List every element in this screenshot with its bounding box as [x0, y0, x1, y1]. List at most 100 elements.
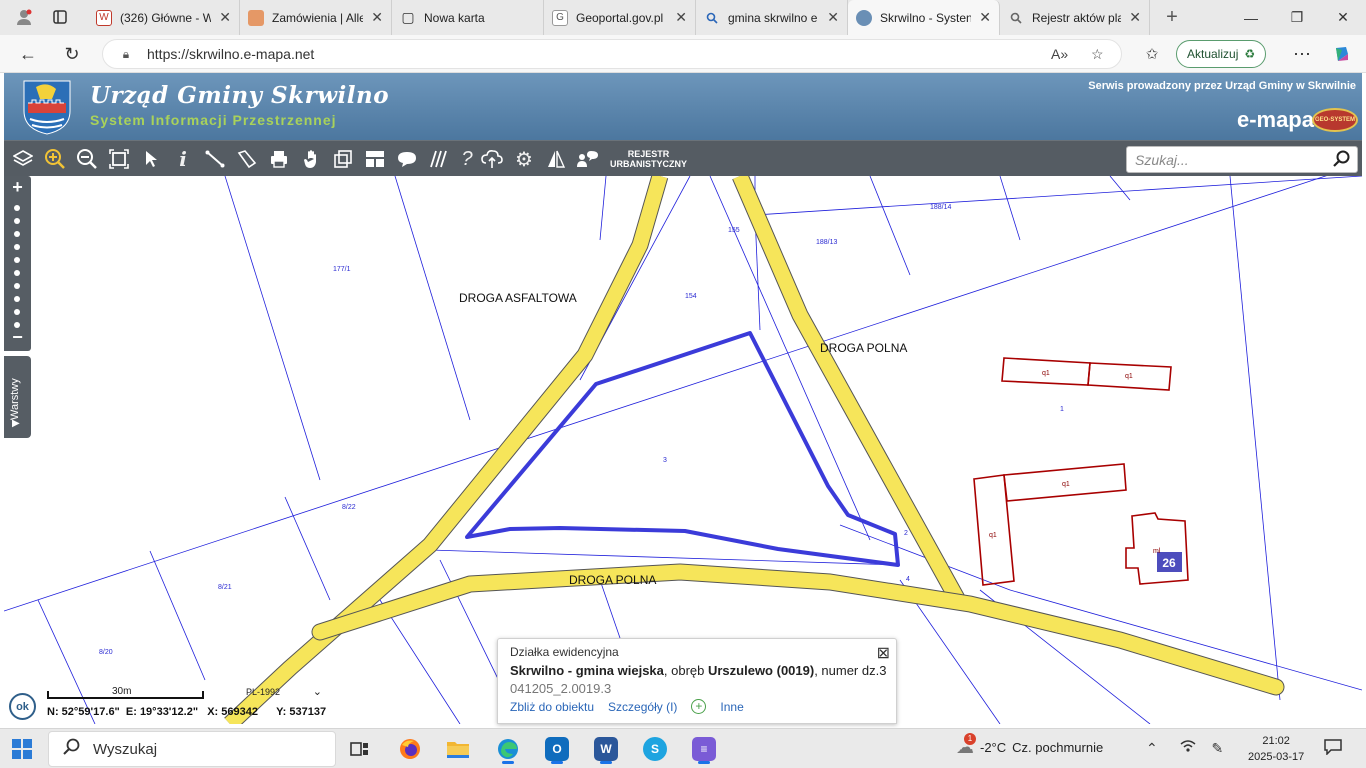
other-link[interactable]: Inne — [720, 700, 743, 714]
outlook-icon[interactable]: O — [537, 733, 577, 765]
building-label: q1 — [1042, 370, 1050, 377]
tab-actions-icon[interactable] — [46, 3, 74, 31]
new-tab-icon[interactable]: + — [1158, 3, 1186, 31]
favorites-icon[interactable]: ✩ — [1138, 40, 1166, 68]
search-icon[interactable] — [1333, 150, 1351, 173]
close-tab-icon[interactable]: ✕ — [827, 9, 839, 26]
chevron-up-icon[interactable]: ⌃ — [1146, 740, 1158, 756]
system-clock[interactable]: 21:02 2025-03-17 — [1248, 733, 1304, 765]
browser-tab[interactable]: ▢ Nowa karta — [392, 0, 544, 35]
update-button[interactable]: Aktualizuj ♻ — [1176, 40, 1267, 68]
user-chat-icon[interactable] — [574, 145, 602, 173]
browser-tab[interactable]: W (326) Główne - W ✕ — [88, 0, 240, 35]
measure-distance-icon[interactable] — [201, 145, 229, 173]
wifi-icon[interactable] — [1180, 740, 1200, 756]
info-icon[interactable]: i — [169, 145, 197, 173]
copilot-icon[interactable] — [1328, 40, 1356, 68]
taskbar-search[interactable]: Wyszukaj — [48, 731, 336, 767]
profile-avatar-icon[interactable] — [10, 3, 38, 31]
building-label: q1 — [989, 532, 997, 539]
browser-tab[interactable]: Zamówienia | Alle ✕ — [240, 0, 392, 35]
zoom-level-dot[interactable] — [14, 231, 20, 237]
zoom-level-dot[interactable] — [14, 283, 20, 289]
zoom-to-object-link[interactable]: Zbliż do obiektu — [510, 700, 594, 714]
favorite-star-icon[interactable]: ☆ — [1091, 46, 1104, 63]
help-icon[interactable]: ? — [453, 145, 481, 173]
restore-icon[interactable]: ❐ — [1274, 0, 1320, 35]
comment-icon[interactable] — [393, 145, 421, 173]
zoom-out-icon[interactable] — [73, 145, 101, 173]
tab-favicon-icon: ▢ — [401, 9, 415, 25]
parcel-label: 8/21 — [218, 584, 232, 591]
browser-tab-active[interactable]: Skrwilno - Systen ✕ — [848, 0, 1000, 35]
details-link[interactable]: Szczegóły (I) — [608, 700, 677, 714]
tab-favicon-icon — [704, 10, 720, 26]
more-menu-icon[interactable]: ⋯ — [1288, 40, 1316, 68]
coat-of-arms-logo[interactable] — [22, 79, 72, 135]
close-tab-icon[interactable]: ✕ — [1129, 9, 1141, 26]
cloudy-weather-icon: ☁ 1 — [956, 733, 976, 757]
read-aloud-icon[interactable]: A» — [1051, 46, 1068, 62]
zoom-level-dot[interactable] — [14, 205, 20, 211]
urban-register-button[interactable]: REJESTR URBANISTYCZNY — [610, 149, 687, 169]
geosystem-logo[interactable]: GEO-SYSTEM — [1312, 108, 1358, 132]
zoom-level-dot[interactable] — [14, 244, 20, 250]
zoom-plus-icon[interactable]: + — [4, 177, 31, 198]
zoom-level-dot[interactable] — [14, 296, 20, 302]
back-icon[interactable]: ← — [14, 40, 42, 68]
task-view-icon[interactable] — [340, 733, 380, 765]
zoom-level-dot[interactable] — [14, 309, 20, 315]
tab-title: (326) Główne - W — [120, 10, 212, 25]
minimize-icon[interactable]: — — [1228, 0, 1274, 35]
refresh-icon[interactable]: ↻ — [58, 40, 86, 68]
weather-widget[interactable]: ☁ 1 -2°C Cz. pochmurnie — [956, 733, 1103, 758]
hatch-icon[interactable] — [425, 145, 453, 173]
cloud-upload-icon[interactable] — [478, 145, 506, 173]
projection-select[interactable]: PL-1992 ⌄ — [246, 686, 324, 701]
close-tab-icon[interactable]: ✕ — [979, 9, 991, 26]
zoom-extent-icon[interactable] — [105, 145, 133, 173]
browser-tab[interactable]: G Geoportal.gov.pl ✕ — [544, 0, 696, 35]
file-explorer-icon[interactable] — [438, 733, 478, 765]
emapa-logo[interactable]: e-mapa — [1237, 107, 1314, 133]
document-viewer-icon[interactable]: ≡ — [684, 733, 724, 765]
close-window-icon[interactable]: ✕ — [1320, 0, 1366, 35]
pan-hand-icon[interactable] — [297, 145, 325, 173]
zoom-level-dot[interactable] — [14, 218, 20, 224]
firefox-icon[interactable] — [390, 733, 430, 765]
layers-icon[interactable] — [9, 145, 37, 173]
url-field[interactable]: 🔒︎ https://skrwilno.e-mapa.net A» ☆ — [102, 39, 1122, 69]
browser-tab[interactable]: gmina skrwilno e ✕ — [696, 0, 848, 35]
close-tab-icon[interactable]: ✕ — [371, 9, 383, 26]
zoom-level-dot[interactable] — [14, 257, 20, 263]
zoom-slider[interactable]: + − — [4, 176, 31, 351]
search-input[interactable] — [1135, 151, 1325, 169]
word-icon[interactable]: W — [586, 733, 626, 765]
compare-maps-icon[interactable] — [329, 145, 357, 173]
layers-panel-toggle[interactable]: Warstwy ▶ — [4, 356, 31, 438]
ok-button[interactable]: ok — [9, 693, 36, 720]
clock-time: 21:02 — [1262, 735, 1290, 747]
settings-gear-icon[interactable]: ⚙ — [510, 145, 538, 173]
parcel-label: 177/1 — [333, 266, 351, 273]
select-arrow-icon[interactable] — [137, 145, 165, 173]
notifications-icon[interactable] — [1324, 739, 1342, 760]
close-tab-icon[interactable]: ✕ — [675, 9, 687, 26]
windows-start-icon[interactable] — [12, 739, 32, 759]
zoom-in-icon[interactable] — [41, 145, 69, 173]
browser-tab[interactable]: Rejestr aktów pla ✕ — [1000, 0, 1150, 35]
service-note: Serwis prowadzony przez Urząd Gminy w Sk… — [1088, 80, 1356, 92]
edge-browser-icon[interactable] — [488, 733, 528, 765]
layout-icon[interactable] — [361, 145, 389, 173]
measure-area-icon[interactable] — [233, 145, 261, 173]
zoom-level-dot[interactable] — [14, 270, 20, 276]
add-circle-icon[interactable]: + — [691, 699, 707, 714]
close-popup-icon[interactable]: ⊠ — [877, 643, 890, 663]
zoom-minus-icon[interactable]: − — [4, 327, 31, 348]
print-icon[interactable] — [265, 145, 293, 173]
pen-icon[interactable]: ✎ — [1212, 740, 1224, 756]
road-label: DROGA ASFALTOWA — [459, 291, 577, 305]
close-tab-icon[interactable]: ✕ — [219, 9, 231, 26]
skype-icon[interactable]: S — [635, 733, 675, 765]
mirror-icon[interactable] — [542, 145, 570, 173]
